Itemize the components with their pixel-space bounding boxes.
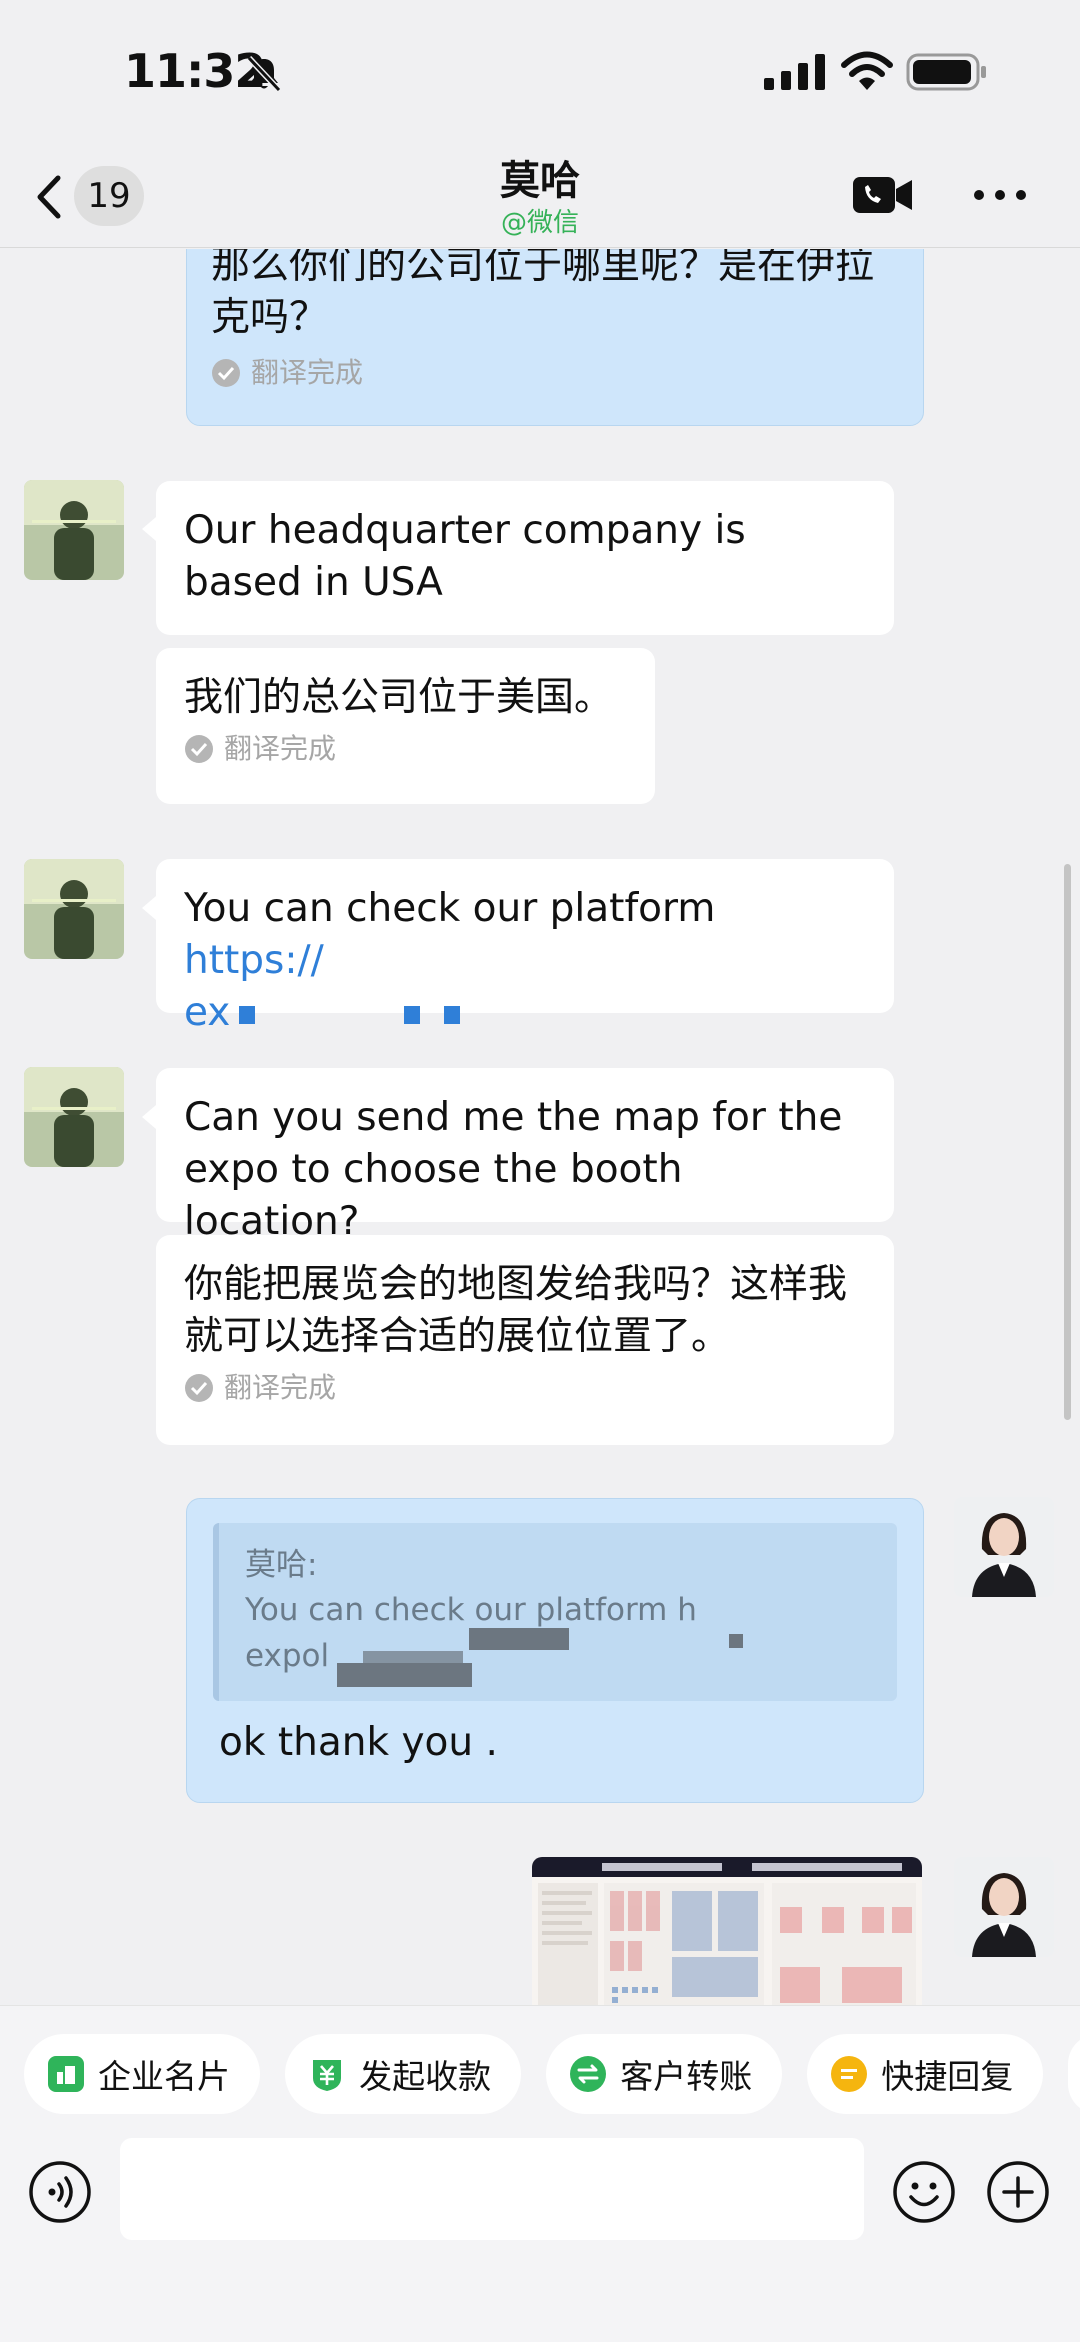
redacted-block <box>729 1634 743 1648</box>
voice-input-icon[interactable] <box>28 2160 92 2224</box>
redacted-block <box>238 1005 255 1024</box>
message-link[interactable]: https:// <box>184 938 324 983</box>
translation-status: 翻译完成 <box>184 734 627 764</box>
message-bubble-incoming[interactable]: You can check our platform https:// ex <box>156 859 894 1035</box>
plus-icon[interactable] <box>986 2160 1050 2224</box>
my-avatar-image <box>954 1497 1054 1597</box>
input-toolbar: 企业名片 发起收款 客户转账 快捷回复 <box>0 2005 1080 2342</box>
collect-payment-icon <box>313 2060 342 2091</box>
contact-name: 莫哈 <box>500 158 580 204</box>
transfer-icon <box>570 2056 607 2092</box>
quick-action-business-card[interactable]: 企业名片 <box>24 2034 260 2114</box>
contact-avatar[interactable] <box>24 480 124 580</box>
bubble-tail <box>142 517 156 541</box>
quick-action-label: 企业名片 <box>98 2057 230 2096</box>
quick-action-label: 发起收款 <box>359 2057 492 2096</box>
emoji-icon[interactable] <box>892 2160 956 2224</box>
cellular-signal-icon <box>764 54 825 90</box>
message-bubble-incoming[interactable]: Our headquarter company is based in USA <box>156 481 894 635</box>
video-call-icon[interactable] <box>852 174 914 216</box>
message-bubble-incoming[interactable]: 你能把展览会的地图发给我吗？这样我就可以选择合适的展位位置了。 翻译完成 <box>156 1235 894 1445</box>
quick-action-label: 客户转账 <box>620 2057 753 2096</box>
check-circle-icon <box>185 735 213 763</box>
mute-bell-icon <box>246 55 282 93</box>
message-text-wrap: You can check our platform https:// <box>184 883 866 987</box>
quick-action-quick-reply[interactable]: 快捷回复 <box>807 2034 1044 2114</box>
message-text: 你能把展览会的地图发给我吗？这样我就可以选择合适的展位位置了。 <box>184 1262 848 1359</box>
message-text: Can you send me the map for the expo to … <box>184 1095 843 1244</box>
translation-status: 翻译完成 <box>184 1373 866 1403</box>
message-text: Our headquarter company is based in USA <box>184 508 746 605</box>
bubble-tail <box>142 1105 156 1129</box>
quick-action-collect-payment[interactable]: 发起收款 <box>285 2034 522 2114</box>
contact-avatar-image <box>24 859 124 959</box>
quick-action-bar[interactable]: 企业名片 发起收款 客户转账 快捷回复 <box>24 2034 1080 2120</box>
contact-avatar-image <box>24 1067 124 1167</box>
wifi-icon <box>841 51 893 90</box>
redacted-block <box>403 1005 420 1024</box>
expo-map-image <box>532 1857 922 2005</box>
quoted-text-line1: You can check our platform h <box>245 1592 697 1628</box>
my-avatar[interactable] <box>954 1497 1054 1597</box>
quick-action-transfer[interactable]: 客户转账 <box>546 2034 783 2114</box>
message-text: ok thank you . <box>219 1720 498 1765</box>
translation-status-label: 翻译完成 <box>224 1371 337 1404</box>
quoted-message[interactable]: 莫哈: You can check our platform h expol <box>213 1523 897 1701</box>
message-link-line[interactable]: ex <box>184 987 866 1039</box>
quick-action-label: 快捷回复 <box>881 2057 1014 2096</box>
image-message[interactable] <box>532 1857 922 2005</box>
my-avatar-image <box>954 1857 1054 1957</box>
scrollbar[interactable] <box>1064 864 1071 1420</box>
bubble-tail <box>142 896 156 920</box>
status-bar: 11:32 <box>0 0 1080 140</box>
message-bubble-outgoing[interactable]: 莫哈: You can check our platform h expol o… <box>186 1498 924 1803</box>
quick-action-more[interactable] <box>1068 2034 1080 2114</box>
battery-icon <box>906 53 986 91</box>
check-circle-icon <box>212 359 240 387</box>
contact-avatar[interactable] <box>24 1067 124 1167</box>
quick-reply-icon <box>831 2056 868 2092</box>
quoted-sender: 莫哈: <box>245 1547 318 1583</box>
redacted-block <box>363 1651 463 1673</box>
contact-source: @微信 <box>500 208 579 238</box>
message-bubble-outgoing[interactable]: 那么你们的公司位于哪里呢？是在伊拉克吗？ 翻译完成 <box>186 249 924 426</box>
translation-status-label: 翻译完成 <box>251 356 364 389</box>
check-circle-icon <box>185 1374 213 1402</box>
translation-status: 翻译完成 <box>211 358 891 388</box>
redacted-block <box>444 1005 461 1024</box>
business-card-icon <box>48 2056 84 2092</box>
contact-avatar-image <box>24 480 124 580</box>
message-text: You can check our platform <box>184 886 716 931</box>
contact-avatar[interactable] <box>24 859 124 959</box>
message-bubble-incoming[interactable]: 我们的总公司位于美国。 翻译完成 <box>156 648 655 804</box>
message-text: 那么你们的公司位于哪里呢？是在伊拉克吗？ <box>211 249 875 340</box>
redacted-block <box>279 1006 379 1024</box>
translation-status-label: 翻译完成 <box>224 732 337 765</box>
message-list[interactable]: 那么你们的公司位于哪里呢？是在伊拉克吗？ 翻译完成 Our headquarte… <box>0 249 1080 2005</box>
more-options-icon[interactable] <box>972 182 1028 208</box>
chat-header: 19 莫哈 @微信 <box>0 140 1080 248</box>
message-input[interactable] <box>120 2138 864 2240</box>
redacted-block <box>469 1628 569 1650</box>
my-avatar[interactable] <box>954 1857 1054 1957</box>
message-link-line2[interactable]: ex <box>184 990 230 1035</box>
message-bubble-incoming[interactable]: Can you send me the map for the expo to … <box>156 1068 894 1244</box>
message-text: 我们的总公司位于美国。 <box>184 675 614 720</box>
